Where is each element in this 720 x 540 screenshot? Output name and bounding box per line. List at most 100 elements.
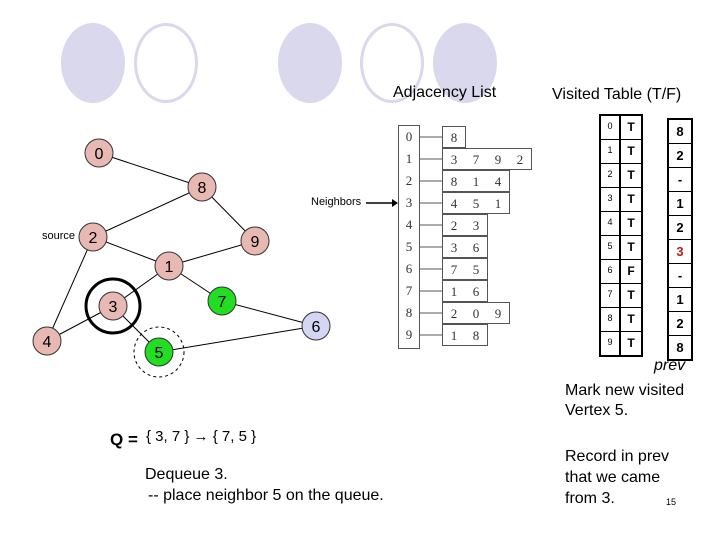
visited-index: 1 [601, 140, 621, 163]
adjacency-index: 6 [405, 261, 413, 276]
adjacency-index: 9 [405, 327, 413, 342]
visited-row-6: 6F [601, 260, 641, 284]
visited-value: F [627, 264, 635, 278]
prev-table: 82-123-128 [667, 118, 693, 361]
node-label: 4 [43, 334, 52, 351]
adjacency-row-3: 451 [442, 192, 510, 214]
visited-row-3: 3T [601, 188, 641, 212]
adjacency-neighbor: 1 [450, 284, 458, 299]
visited-value: T [627, 288, 635, 302]
adjacency-neighbor: 0 [472, 306, 480, 321]
adjacency-row-6: 75 [442, 258, 488, 280]
graph-node-2: 2 [78, 222, 108, 252]
node-label: 9 [251, 234, 260, 251]
visited-value: T [627, 144, 635, 158]
note-mark-visited: Mark new visited Vertex 5. [565, 381, 684, 421]
adjacency-neighbor: 2 [450, 306, 458, 321]
node-label: 2 [89, 230, 98, 247]
adjacency-neighbor: 2 [450, 218, 458, 233]
visited-index: 4 [601, 212, 621, 235]
visited-value: T [627, 168, 635, 182]
prev-cell-0: 8 [669, 120, 691, 144]
visited-value: T [627, 120, 635, 134]
adjacency-index: 1 [405, 151, 413, 166]
neighbors-label: Neighbors [311, 196, 362, 208]
prev-cell-1: 2 [669, 144, 691, 168]
graph-node-6: 6 [301, 311, 331, 341]
adjacency-neighbor: 8 [450, 174, 458, 189]
adjacency-index: 0 [405, 129, 413, 144]
node-label: 0 [95, 146, 104, 163]
adjacency-neighbor: 8 [450, 130, 458, 145]
adjacency-neighbor: 3 [450, 240, 458, 255]
adjacency-index: 8 [405, 305, 413, 320]
visited-row-1: 1T [601, 140, 641, 164]
graph-node-8: 8 [187, 172, 217, 202]
prev-cell-7: 1 [669, 288, 691, 312]
edge-7-6 [221, 300, 317, 327]
adjacency-neighbor: 1 [494, 196, 502, 211]
edge-0-8 [98, 152, 203, 188]
visited-index: 8 [601, 308, 621, 331]
prev-cell-4: 2 [669, 216, 691, 240]
queue-contents: { 3, 7 } → { 7, 5 } [146, 428, 257, 445]
adjacency-neighbor: 5 [472, 196, 480, 211]
adjacency-neighbor: 6 [472, 284, 480, 299]
prev-cell-5: 3 [669, 240, 691, 264]
adjacency-row-0: 8 [442, 126, 466, 148]
queue-label: Q = [110, 430, 138, 449]
node-label: 8 [198, 180, 207, 197]
note-mark-line-2: Vertex 5. [565, 402, 629, 419]
adjacency-neighbor: 9 [494, 306, 502, 321]
adjacency-neighbor: 8 [472, 328, 480, 343]
visited-row-0: 0T [601, 116, 641, 140]
visited-index: 6 [601, 260, 621, 283]
visited-row-2: 2T [601, 164, 641, 188]
adjacency-connectors [420, 136, 442, 336]
node-label: 7 [218, 294, 227, 311]
graph-nodes: 0 8 2 9 1 3 7 6 4 5 [32, 138, 331, 367]
visited-row-8: 8T [601, 308, 641, 332]
adjacency-neighbor: 1 [450, 328, 458, 343]
edge-8-2 [92, 186, 203, 238]
visited-value: T [627, 240, 635, 254]
visited-row-5: 5T [601, 236, 641, 260]
visited-table: 0T1T2T3T4T5T6F7T8T9T [599, 114, 643, 357]
note-record-prev: Record in prev that we came from 3. [565, 446, 669, 509]
visited-value: T [627, 192, 635, 206]
node-label: 5 [155, 345, 164, 362]
visited-value: T [627, 336, 635, 350]
note-mark-line-1: Mark new visited [565, 382, 685, 399]
adjacency-neighbor: 6 [472, 240, 480, 255]
prev-cell-2: - [669, 168, 691, 192]
adjacency-neighbor: 5 [472, 262, 480, 277]
node-label: 6 [312, 319, 321, 336]
adjacency-neighbor: 2 [516, 152, 524, 167]
visited-index: 2 [601, 164, 621, 187]
adjacency-neighbor: 1 [472, 174, 480, 189]
page-number: 15 [666, 497, 677, 507]
adjacency-index: 4 [405, 217, 413, 232]
node-label: 1 [165, 259, 174, 276]
node-label: 3 [109, 299, 118, 316]
visited-index: 9 [601, 332, 621, 355]
prev-cell-9: 8 [676, 340, 684, 355]
edge-2-4 [46, 236, 94, 342]
visited-value: T [627, 312, 635, 326]
visited-row-9: 9T [601, 332, 641, 355]
graph-node-0: 0 [84, 138, 114, 168]
adjacency-index: 5 [405, 239, 413, 254]
adjacency-row-7: 16 [442, 280, 488, 302]
prev-cell-3: 1 [669, 192, 691, 216]
adjacency-neighbor: 4 [494, 174, 502, 189]
adjacency-index: 3 [405, 195, 413, 210]
visited-row-4: 4T [601, 212, 641, 236]
graph-node-7: 7 [207, 286, 237, 316]
adjacency-row-4: 23 [442, 214, 488, 236]
prev-cell-8: 2 [669, 312, 691, 336]
adjacency-row-8: 209 [442, 302, 510, 324]
prev-label: prev [654, 357, 686, 374]
adjacency-neighbor: 4 [450, 196, 458, 211]
graph-node-1: 1 [154, 251, 184, 281]
note-dequeue: Dequeue 3. [145, 466, 228, 483]
